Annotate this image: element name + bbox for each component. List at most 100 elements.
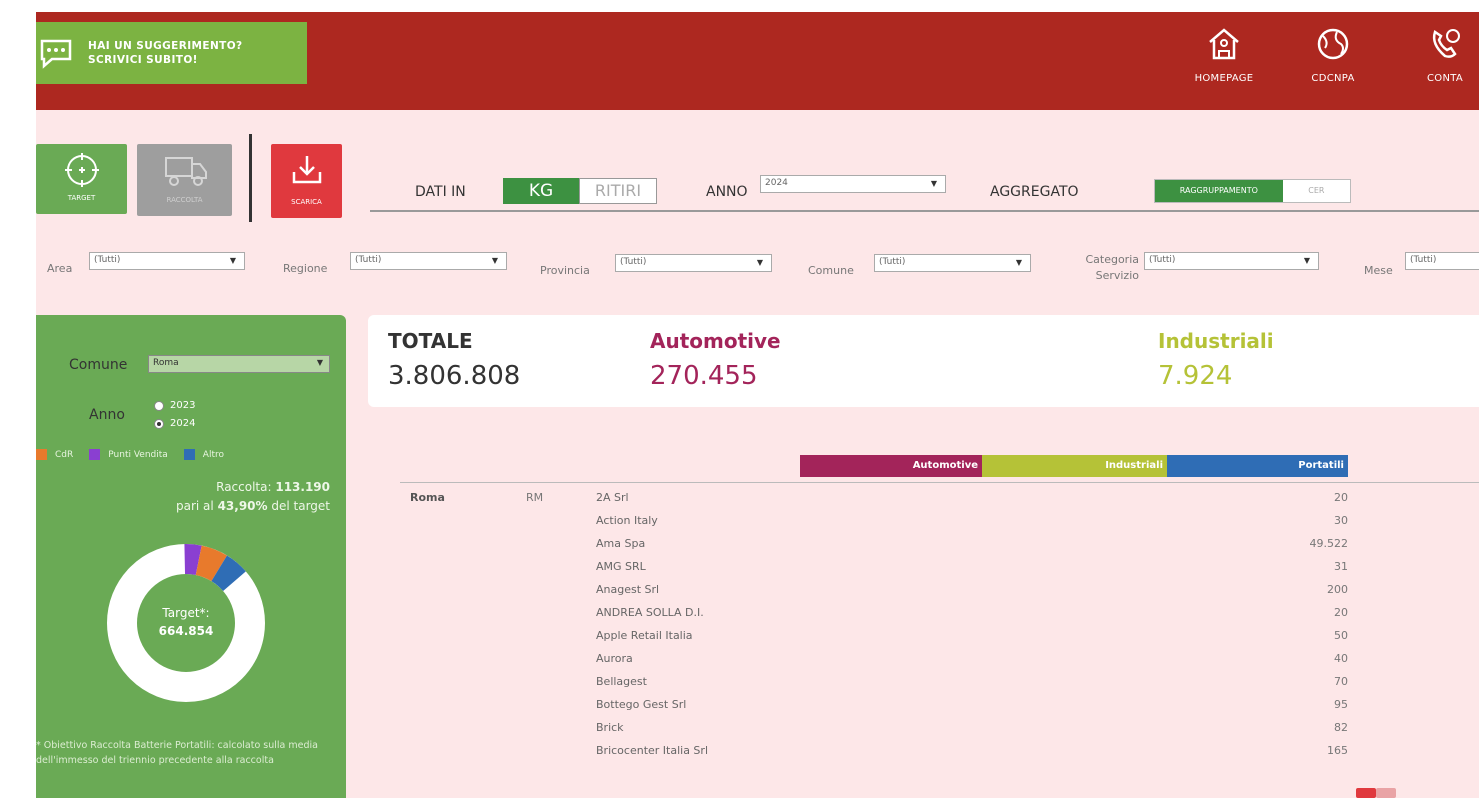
raccolta-percentage: pari al 43,90% del target [176, 499, 330, 513]
regione-filter-value: (Tutti) [355, 255, 382, 265]
raggruppamento-option[interactable]: RAGGRUPPAMENTO [1155, 180, 1283, 202]
table-row: Brick 82 [400, 721, 1479, 744]
aggregation-toggle[interactable]: RAGGRUPPAMENTO CER [1154, 179, 1351, 203]
categoria-filter-value: (Tutti) [1149, 255, 1176, 265]
target-donut-chart: Target*: 664.854 [107, 544, 265, 702]
suggest-line-2: SCRIVICI SUBITO! [88, 54, 198, 66]
raccolta-button[interactable]: RACCOLTA [137, 144, 232, 216]
suggestion-button[interactable]: HAI UN SUGGERIMENTO? SCRIVICI SUBITO! [36, 22, 307, 84]
radio-2024[interactable]: 2024 [154, 418, 195, 429]
truck-icon [164, 157, 207, 186]
regione-filter-label: Regione [283, 262, 328, 275]
header-portatili: Portatili [1167, 455, 1348, 477]
comune-filter-value: (Tutti) [879, 257, 906, 267]
left-panel: Comune Roma ▼ Anno 2023 2024 CdR Punti V… [36, 315, 346, 798]
radio-dot [154, 400, 164, 411]
portatili-value-cell: 50 [1334, 629, 1348, 642]
chevron-down-icon: ▼ [1015, 258, 1022, 267]
automotive-label: Automotive [650, 329, 781, 353]
area-filter-value: (Tutti) [94, 255, 121, 265]
company-cell: Bellagest [596, 675, 647, 688]
home-icon [1209, 28, 1239, 60]
company-cell: Aurora [596, 652, 633, 665]
donut-center [138, 575, 234, 671]
table-row: Anagest Srl 200 [400, 583, 1479, 606]
table-header-divider [400, 482, 1479, 483]
header-industriali: Industriali [982, 455, 1167, 477]
aggregato-label: AGGREGATO [990, 184, 1079, 200]
anno-label: ANNO [706, 184, 748, 200]
radio-2023[interactable]: 2023 [154, 400, 195, 411]
chevron-down-icon: ▼ [229, 256, 236, 265]
scarica-button[interactable]: SCARICA [271, 144, 342, 218]
nav-cdcnpa[interactable]: CDCNPA [1288, 26, 1378, 85]
legend-item-cdr: CdR [36, 449, 73, 460]
categoria-label-line-1: Categoria [1085, 253, 1139, 266]
anno-dropdown[interactable]: 2024 ▼ [760, 175, 946, 193]
donut-segment-altro [210, 555, 246, 592]
raccolta-prefix: Raccolta: [216, 480, 276, 494]
table-row: AMG SRL 31 [400, 560, 1479, 583]
provincia-filter-value: (Tutti) [620, 257, 647, 267]
provincia-filter-dropdown[interactable]: (Tutti) ▼ [615, 254, 772, 272]
chevron-down-icon: ▼ [1303, 256, 1310, 265]
page-indicator[interactable] [1376, 788, 1396, 798]
dati-in-label: DATI IN [415, 184, 466, 200]
unit-toggle[interactable]: KG RITIRI [503, 178, 657, 204]
nav-homepage-label: HOMEPAGE [1194, 73, 1254, 84]
portatili-value-cell: 31 [1334, 560, 1348, 573]
radio-2023-label: 2023 [170, 400, 196, 411]
nav-homepage[interactable]: HOMEPAGE [1179, 26, 1269, 85]
target-footnote: * Obiettivo Raccolta Batterie Portatili:… [36, 740, 318, 766]
regione-filter-dropdown[interactable]: (Tutti) ▼ [350, 252, 507, 270]
categoria-filter-label: Categoria Servizio [1067, 252, 1139, 284]
categoria-filter-dropdown[interactable]: (Tutti) ▼ [1144, 252, 1319, 270]
comune-dropdown[interactable]: Roma ▼ [148, 355, 330, 373]
legend-swatch [36, 449, 47, 460]
header-bar: HAI UN SUGGERIMENTO? SCRIVICI SUBITO! HO… [36, 12, 1479, 110]
radio-2024-label: 2024 [170, 418, 196, 429]
pari-value: 43,90% [217, 499, 268, 513]
automotive-value: 270.455 [650, 361, 758, 391]
page-indicator-active[interactable] [1356, 788, 1376, 798]
table-row: ANDREA SOLLA D.I. 20 [400, 606, 1479, 629]
ritiri-option[interactable]: RITIRI [579, 178, 657, 204]
kpi-card: TOTALE 3.806.808 Automotive 270.455 Indu… [368, 315, 1479, 407]
cer-option[interactable]: CER [1282, 180, 1350, 202]
company-cell: AMG SRL [596, 560, 646, 573]
categoria-label-line-2: Servizio [1095, 269, 1139, 282]
scarica-label: SCARICA [291, 198, 322, 206]
comune-cell: Roma [410, 491, 445, 504]
portatili-value-cell: 40 [1334, 652, 1348, 665]
legend-swatch [89, 449, 101, 460]
legend-label: Altro [202, 449, 224, 460]
nav-contatti[interactable]: CONTA [1400, 26, 1479, 85]
comune-filter-dropdown[interactable]: (Tutti) ▼ [874, 254, 1031, 272]
company-cell: Brick [596, 721, 624, 734]
portatili-value-cell: 165 [1327, 744, 1348, 757]
company-cell: Action Italy [596, 514, 658, 527]
table-row: Apple Retail Italia 50 [400, 629, 1479, 652]
legend-swatch [183, 449, 195, 460]
nav-cdcnpa-label: CDCNPA [1311, 73, 1355, 84]
provincia-filter-label: Provincia [540, 264, 590, 277]
pari-suffix: del target [267, 499, 330, 513]
area-filter-label: Area [47, 262, 73, 275]
table-row: Bottego Gest Srl 95 [400, 698, 1479, 721]
table-row: Roma RM 2A Srl 20 [400, 491, 1479, 514]
company-cell: Bottego Gest Srl [596, 698, 687, 711]
dashboard-page: HAI UN SUGGERIMENTO? SCRIVICI SUBITO! HO… [36, 12, 1479, 798]
company-cell: Ama Spa [596, 537, 646, 550]
industriali-label: Industriali [1158, 329, 1274, 353]
donut-segment-punti-vendita [184, 544, 202, 576]
totale-label: TOTALE [388, 329, 473, 353]
portatili-value-cell: 20 [1334, 491, 1348, 504]
area-filter-dropdown[interactable]: (Tutti) ▼ [89, 252, 245, 270]
kg-option[interactable]: KG [503, 178, 579, 204]
mese-filter-dropdown[interactable]: (Tutti) [1405, 252, 1479, 270]
company-cell: Anagest Srl [596, 583, 660, 596]
donut-legend: CdR Punti Vendita Altro [36, 449, 240, 460]
target-button[interactable]: TARGET [36, 144, 127, 214]
provincia-cell: RM [526, 491, 544, 504]
portatili-value-cell: 70 [1334, 675, 1348, 688]
